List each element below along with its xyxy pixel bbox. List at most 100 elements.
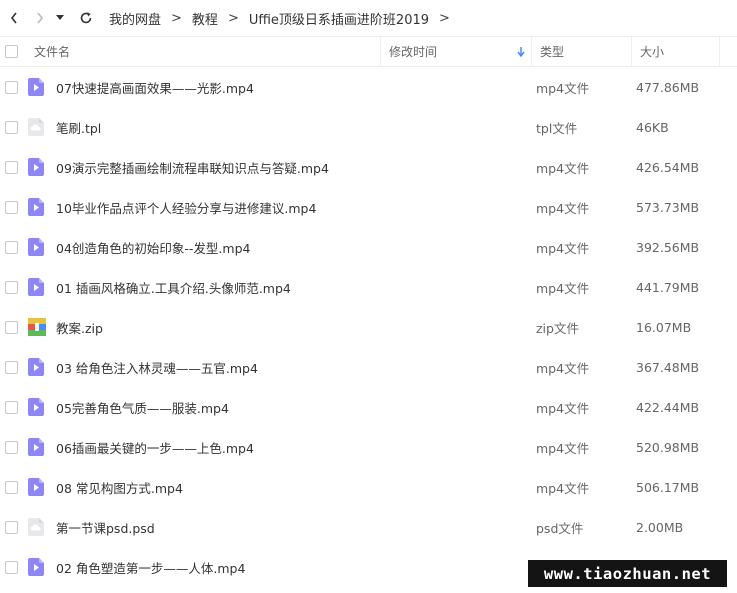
- column-header-type-label: 类型: [540, 45, 565, 59]
- column-header-size-label: 大小: [640, 45, 665, 59]
- back-button[interactable]: [1, 0, 27, 36]
- breadcrumb-item-my-drive[interactable]: 我的网盘: [109, 9, 161, 28]
- file-name[interactable]: 07快速提高画面效果——光影.mp4: [56, 78, 536, 97]
- video-file-icon: [26, 478, 56, 496]
- file-size: 422.44MB: [636, 399, 700, 415]
- file-row[interactable]: 07快速提高画面效果——光影.mp4 mp4文件 477.86MB: [0, 67, 737, 107]
- file-size: 2.00MB: [636, 519, 684, 535]
- file-select-checkbox[interactable]: [5, 280, 18, 294]
- column-header-modified[interactable]: 修改时间: [381, 37, 532, 66]
- breadcrumb-item-tutorial[interactable]: 教程: [192, 9, 218, 28]
- file-name[interactable]: 08 常见构图方式.mp4: [56, 478, 536, 497]
- column-header-modified-label: 修改时间: [389, 45, 438, 59]
- file-size: 506.17MB: [636, 479, 700, 495]
- video-file-icon: [26, 158, 56, 176]
- file-row[interactable]: 教案.zip zip文件 16.07MB: [0, 307, 737, 347]
- file-row[interactable]: 10毕业作品点评个人经验分享与进修建议.mp4 mp4文件 573.73MB: [0, 187, 737, 227]
- breadcrumb: 我的网盘 > 教程 > Uffie顶级日系插画进阶班2019 >: [109, 9, 460, 28]
- file-name[interactable]: 10毕业作品点评个人经验分享与进修建议.mp4: [56, 198, 536, 217]
- file-size: 441.79MB: [636, 279, 700, 295]
- file-row[interactable]: 第一节课psd.psd psd文件 2.00MB: [0, 507, 737, 547]
- video-file-icon: [26, 558, 56, 576]
- file-select-cell: [0, 160, 26, 174]
- video-file-icon: [26, 398, 56, 416]
- file-select-cell: [0, 520, 26, 534]
- column-header-name[interactable]: 文件名: [26, 37, 381, 66]
- file-type: mp4文件: [536, 440, 590, 456]
- chevron-left-icon: [10, 12, 17, 24]
- file-select-checkbox[interactable]: [5, 120, 18, 134]
- zip-file-icon: [26, 318, 56, 336]
- file-name[interactable]: 04创造角色的初始印象--发型.mp4: [56, 238, 536, 257]
- file-size: 392.56MB: [636, 239, 700, 255]
- file-select-checkbox[interactable]: [5, 80, 18, 94]
- sort-descending-arrow-icon: [517, 47, 525, 57]
- file-select-checkbox[interactable]: [5, 480, 18, 494]
- file-size: 46KB: [636, 119, 669, 135]
- refresh-icon: [80, 12, 92, 24]
- file-row[interactable]: 01 插画风格确立.工具介绍.头像师范.mp4 mp4文件 441.79MB: [0, 267, 737, 307]
- file-select-checkbox[interactable]: [5, 440, 18, 454]
- file-name[interactable]: 教案.zip: [56, 318, 536, 337]
- file-row[interactable]: 09演示完整插画绘制流程串联知识点与答疑.mp4 mp4文件 426.54MB: [0, 147, 737, 187]
- file-select-checkbox[interactable]: [5, 560, 18, 574]
- file-size: 367.48MB: [636, 359, 700, 375]
- breadcrumb-item-current-folder[interactable]: Uffie顶级日系插画进阶班2019: [249, 9, 429, 28]
- column-header-type[interactable]: 类型: [532, 37, 632, 66]
- file-row[interactable]: 06插画最关键的一步——上色.mp4 mp4文件 520.98MB: [0, 427, 737, 467]
- file-type: mp4文件: [536, 200, 590, 216]
- file-select-cell: [0, 80, 26, 94]
- refresh-button[interactable]: [73, 0, 99, 36]
- select-all-checkbox[interactable]: [5, 45, 18, 58]
- file-select-cell: [0, 240, 26, 254]
- file-name[interactable]: 09演示完整插画绘制流程串联知识点与答疑.mp4: [56, 158, 536, 177]
- video-file-icon: [26, 438, 56, 456]
- history-dropdown-button[interactable]: [53, 0, 67, 36]
- file-type: mp4文件: [536, 400, 590, 416]
- file-name[interactable]: 05完善角色气质——服装.mp4: [56, 398, 536, 417]
- file-name[interactable]: 第一节课psd.psd: [56, 518, 536, 537]
- breadcrumb-separator: >: [439, 10, 450, 26]
- file-name[interactable]: 03 给角色注入林灵魂——五官.mp4: [56, 358, 536, 377]
- file-select-checkbox[interactable]: [5, 400, 18, 414]
- file-name[interactable]: 笔刷.tpl: [56, 118, 536, 137]
- video-file-icon: [26, 358, 56, 376]
- file-type: mp4文件: [536, 240, 590, 256]
- file-row[interactable]: 03 给角色注入林灵魂——五官.mp4 mp4文件 367.48MB: [0, 347, 737, 387]
- file-select-checkbox[interactable]: [5, 320, 18, 334]
- file-name[interactable]: 06插画最关键的一步——上色.mp4: [56, 438, 536, 457]
- breadcrumb-separator: >: [227, 10, 239, 26]
- file-type: tpl文件: [536, 120, 578, 136]
- forward-button[interactable]: [27, 0, 53, 36]
- file-select-cell: [0, 440, 26, 454]
- file-type: mp4文件: [536, 360, 590, 376]
- file-select-checkbox[interactable]: [5, 360, 18, 374]
- column-header-spacer: [720, 37, 737, 66]
- file-select-cell: [0, 480, 26, 494]
- file-row[interactable]: 08 常见构图方式.mp4 mp4文件 506.17MB: [0, 467, 737, 507]
- file-select-cell: [0, 560, 26, 574]
- file-row[interactable]: 笔刷.tpl tpl文件 46KB: [0, 107, 737, 147]
- file-type: zip文件: [536, 320, 579, 336]
- file-select-checkbox[interactable]: [5, 160, 18, 174]
- file-list: 07快速提高画面效果——光影.mp4 mp4文件 477.86MB 笔刷.tpl tpl…: [0, 67, 737, 587]
- file-row[interactable]: 04创造角色的初始印象--发型.mp4 mp4文件 392.56MB: [0, 227, 737, 267]
- file-select-checkbox[interactable]: [5, 240, 18, 254]
- column-header-size[interactable]: 大小: [632, 37, 720, 66]
- file-size: 573.73MB: [636, 199, 700, 215]
- file-size: 477.86MB: [636, 79, 700, 95]
- cloud-file-icon: [26, 518, 56, 536]
- column-header-name-label: 文件名: [34, 45, 71, 59]
- video-file-icon: [26, 78, 56, 96]
- file-size: 520.98MB: [636, 439, 700, 455]
- file-size: 426.54MB: [636, 159, 700, 175]
- file-select-cell: [0, 400, 26, 414]
- file-select-checkbox[interactable]: [5, 200, 18, 214]
- file-type: mp4文件: [536, 80, 590, 96]
- file-select-checkbox[interactable]: [5, 520, 18, 534]
- file-row[interactable]: 05完善角色气质——服装.mp4 mp4文件 422.44MB: [0, 387, 737, 427]
- file-name[interactable]: 01 插画风格确立.工具介绍.头像师范.mp4: [56, 278, 536, 297]
- file-name[interactable]: 02 角色塑造第一步——人体.mp4: [56, 558, 536, 577]
- navigation-bar: 我的网盘 > 教程 > Uffie顶级日系插画进阶班2019 >: [0, 0, 737, 36]
- video-file-icon: [26, 238, 56, 256]
